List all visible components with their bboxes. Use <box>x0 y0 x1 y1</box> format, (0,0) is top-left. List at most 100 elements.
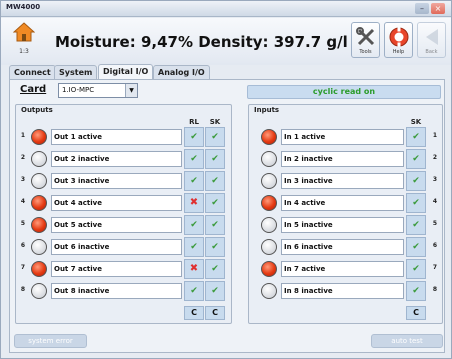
input-number: 7 <box>432 264 438 271</box>
back-arrow-icon <box>425 29 438 45</box>
inputs-title: Inputs <box>254 106 280 114</box>
input-sk-cell[interactable]: ✔ <box>406 237 426 257</box>
input-label: In 3 inactive <box>281 173 404 189</box>
inputs-sk-header: SK <box>410 118 422 126</box>
tab-digital-io[interactable]: Digital I/O <box>98 64 154 79</box>
output-label: Out 7 active <box>51 261 182 277</box>
output-led <box>31 129 47 145</box>
input-sk-cell[interactable]: ✔ <box>406 281 426 301</box>
output-sk-cell[interactable]: ✔ <box>205 259 225 279</box>
output-sk-cell[interactable]: ✔ <box>205 127 225 147</box>
input-sk-cell[interactable]: ✔ <box>406 259 426 279</box>
home-icon <box>12 22 36 42</box>
check-icon: ✔ <box>190 220 198 230</box>
tab-connect[interactable]: Connect <box>9 65 56 79</box>
output-row: 3 Out 3 inactive ✔ ✔ <box>19 171 227 191</box>
output-number: 5 <box>20 220 26 227</box>
input-label: In 8 inactive <box>281 283 404 299</box>
check-icon: ✔ <box>190 154 198 164</box>
chevron-down-icon[interactable]: ▼ <box>125 84 137 97</box>
check-icon: ✔ <box>211 198 219 208</box>
output-rl-cell[interactable]: ✔ <box>184 171 204 191</box>
check-icon: ✔ <box>211 242 219 252</box>
help-button[interactable]: Help <box>384 22 413 58</box>
output-row: 2 Out 2 inactive ✔ ✔ <box>19 149 227 169</box>
input-led <box>261 239 277 255</box>
output-rl-cell[interactable]: ✔ <box>184 127 204 147</box>
card-select-value: 1.IO-MPC <box>62 86 95 94</box>
input-sk-cell[interactable]: ✔ <box>406 171 426 191</box>
input-row: In 5 inactive ✔ 5 <box>259 215 441 235</box>
output-rl-cell[interactable]: ✔ <box>184 237 204 257</box>
output-led <box>31 173 47 189</box>
input-row: In 7 active ✔ 7 <box>259 259 441 279</box>
lifebuoy-icon <box>389 27 408 47</box>
check-icon: ✔ <box>412 198 420 208</box>
input-number: 1 <box>432 132 438 139</box>
output-rl-cell[interactable]: ✔ <box>184 281 204 301</box>
input-row: In 1 active ✔ 1 <box>259 127 441 147</box>
title-bar: MW4000 – × <box>1 1 451 17</box>
input-row: In 3 inactive ✔ 3 <box>259 171 441 191</box>
output-led <box>31 283 47 299</box>
output-label: Out 5 active <box>51 217 182 233</box>
input-label: In 2 inactive <box>281 151 404 167</box>
output-label: Out 3 inactive <box>51 173 182 189</box>
input-label: In 4 active <box>281 195 404 211</box>
card-label: Card <box>20 84 47 95</box>
output-number: 8 <box>20 286 26 293</box>
check-icon: ✔ <box>412 154 420 164</box>
tools-button[interactable]: Tools <box>351 22 380 58</box>
input-sk-cell[interactable]: ✔ <box>406 193 426 213</box>
input-number: 2 <box>432 154 438 161</box>
output-rl-cell[interactable]: ✔ <box>184 215 204 235</box>
output-sk-cell[interactable]: ✔ <box>205 193 225 213</box>
input-sk-cell[interactable]: ✔ <box>406 149 426 169</box>
output-sk-cell[interactable]: ✔ <box>205 149 225 169</box>
input-row: In 4 active ✔ 4 <box>259 193 441 213</box>
tab-system[interactable]: System <box>54 65 98 79</box>
clear-sk-outputs-button[interactable]: C <box>205 306 225 320</box>
clear-sk-inputs-button[interactable]: C <box>406 306 426 320</box>
check-icon: ✔ <box>412 264 420 274</box>
output-rl-cell[interactable]: ✖ <box>184 259 204 279</box>
check-icon: ✔ <box>190 176 198 186</box>
check-icon: ✔ <box>190 286 198 296</box>
tab-analog-io[interactable]: Analog I/O <box>153 65 210 79</box>
output-row: 7 Out 7 active ✖ ✔ <box>19 259 227 279</box>
input-number: 5 <box>432 220 438 227</box>
home-button[interactable]: 1:3 <box>12 21 36 59</box>
output-led <box>31 217 47 233</box>
check-icon: ✔ <box>412 286 420 296</box>
clear-rl-button[interactable]: C <box>184 306 204 320</box>
output-rl-cell[interactable]: ✔ <box>184 149 204 169</box>
output-sk-cell[interactable]: ✔ <box>205 281 225 301</box>
output-rl-cell[interactable]: ✖ <box>184 193 204 213</box>
input-label: In 5 inactive <box>281 217 404 233</box>
card-select[interactable]: 1.IO-MPC ▼ <box>58 83 138 98</box>
input-row: In 2 inactive ✔ 2 <box>259 149 441 169</box>
output-sk-cell[interactable]: ✔ <box>205 215 225 235</box>
check-icon: ✔ <box>190 242 198 252</box>
output-sk-cell[interactable]: ✔ <box>205 237 225 257</box>
output-sk-cell[interactable]: ✔ <box>205 171 225 191</box>
error-icon: ✖ <box>189 263 199 274</box>
back-button[interactable]: Back <box>417 22 446 58</box>
output-led <box>31 195 47 211</box>
back-label: Back <box>425 49 438 55</box>
system-error-button[interactable]: system error <box>14 334 87 348</box>
minimize-button[interactable]: – <box>415 3 429 14</box>
check-icon: ✔ <box>412 132 420 142</box>
input-sk-cell[interactable]: ✔ <box>406 127 426 147</box>
output-row: 4 Out 4 active ✖ ✔ <box>19 193 227 213</box>
input-row: In 6 inactive ✔ 6 <box>259 237 441 257</box>
input-number: 6 <box>432 242 438 249</box>
check-icon: ✔ <box>211 220 219 230</box>
cyclic-status: cyclic read on <box>247 85 441 99</box>
output-label: Out 6 inactive <box>51 239 182 255</box>
close-button[interactable]: × <box>431 3 445 14</box>
auto-test-button[interactable]: auto test <box>371 334 443 348</box>
input-sk-cell[interactable]: ✔ <box>406 215 426 235</box>
output-led <box>31 151 47 167</box>
output-row: 5 Out 5 active ✔ ✔ <box>19 215 227 235</box>
